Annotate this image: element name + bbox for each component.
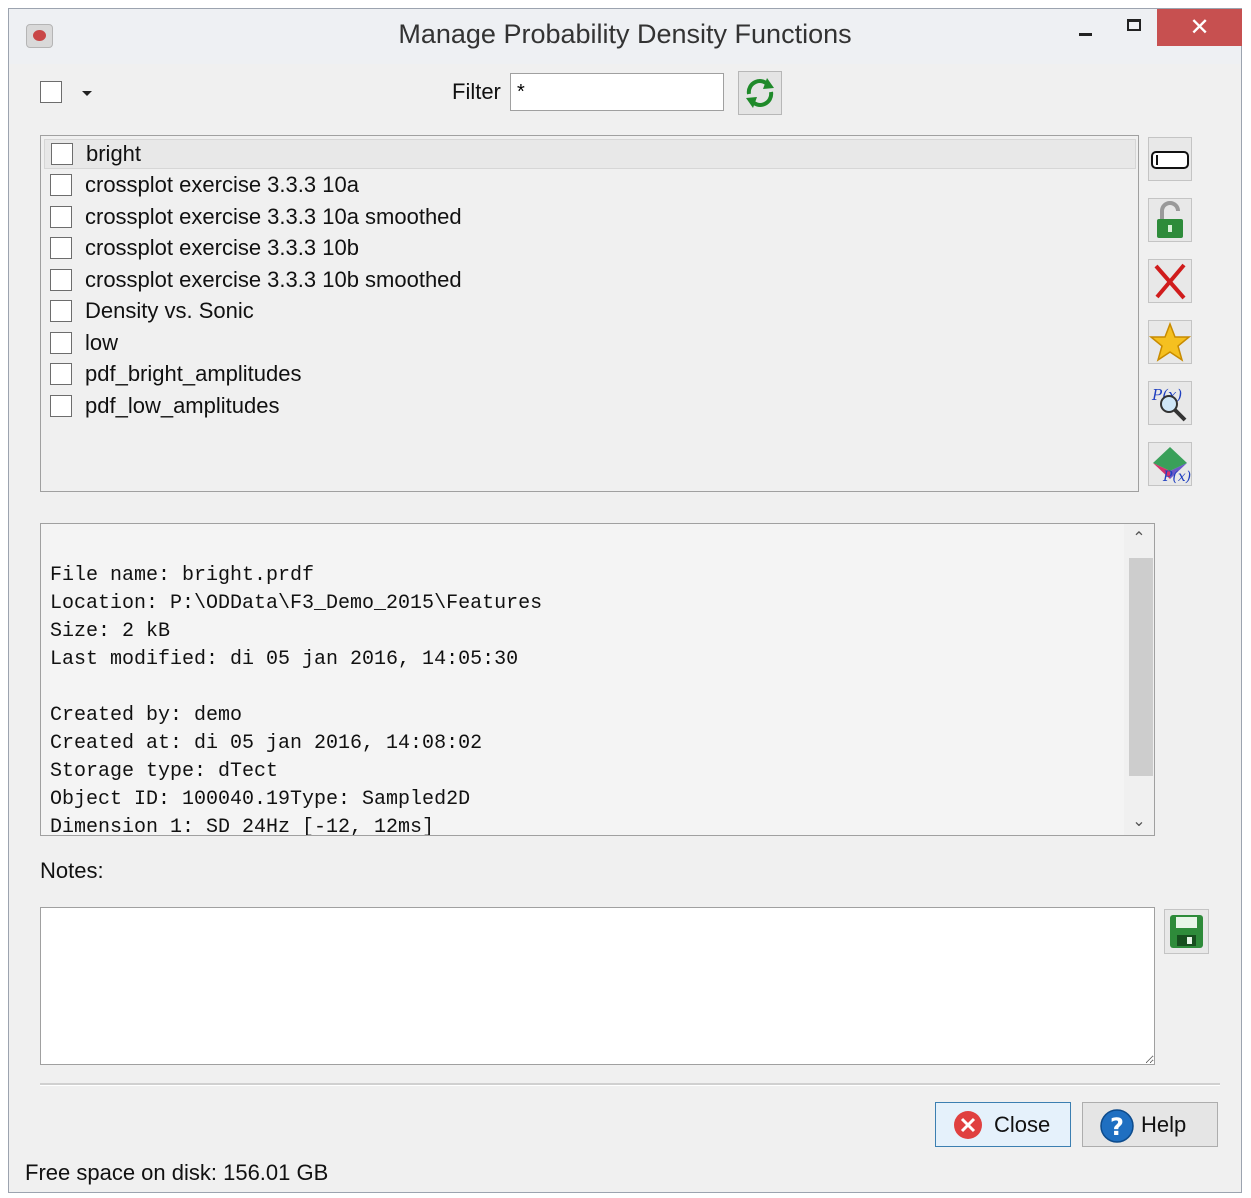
- item-checkbox[interactable]: [50, 300, 72, 322]
- selection-menu-arrow-icon[interactable]: [82, 91, 92, 96]
- file-info-text: File name: bright.prdf Location: P:\ODDa…: [50, 564, 543, 836]
- lock-button[interactable]: [1148, 198, 1192, 242]
- close-button[interactable]: Close: [935, 1102, 1071, 1147]
- lock-icon: [1157, 201, 1183, 238]
- delete-button[interactable]: [1148, 259, 1192, 303]
- file-info-panel[interactable]: File name: bright.prdf Location: P:\ODDa…: [40, 523, 1155, 836]
- item-label: pdf_bright_amplitudes: [85, 361, 302, 386]
- scroll-thumb[interactable]: [1129, 558, 1153, 776]
- minimize-button[interactable]: [1064, 9, 1104, 46]
- filter-input[interactable]: [510, 73, 724, 111]
- list-item[interactable]: bright: [44, 139, 1136, 169]
- notes-label: Notes:: [40, 858, 104, 883]
- item-label: Density vs. Sonic: [85, 298, 254, 323]
- close-button-label: Close: [994, 1112, 1051, 1137]
- item-checkbox[interactable]: [50, 269, 72, 291]
- star-icon: [1148, 321, 1192, 362]
- scroll-down-icon[interactable]: ⌄: [1132, 814, 1146, 830]
- refresh-icon: [746, 78, 774, 108]
- free-space-status: Free space on disk: 156.01 GB: [25, 1160, 329, 1185]
- list-item[interactable]: pdf_low_amplitudes: [41, 391, 1138, 421]
- notes-textarea[interactable]: [40, 907, 1155, 1065]
- info-scrollbar[interactable]: ⌃ ⌄: [1124, 524, 1154, 835]
- item-checkbox[interactable]: [50, 332, 72, 354]
- list-item[interactable]: low: [41, 328, 1138, 358]
- filter-label: Filter: [452, 79, 501, 104]
- svg-text:P(x): P(x): [1162, 469, 1191, 485]
- help-icon: ?: [1100, 1109, 1134, 1143]
- item-label: bright: [86, 141, 142, 166]
- help-button[interactable]: ? Help: [1082, 1102, 1218, 1147]
- pdf-browse-icon: P(x): [1151, 386, 1187, 422]
- list-item[interactable]: crossplot exercise 3.3.3 10b: [41, 233, 1138, 263]
- rename-button[interactable]: [1148, 137, 1192, 181]
- save-icon: [1170, 915, 1203, 948]
- delete-icon: [1154, 263, 1186, 300]
- refresh-button[interactable]: [738, 71, 782, 115]
- close-icon: [954, 1111, 982, 1139]
- item-label: crossplot exercise 3.3.3 10a smoothed: [85, 204, 462, 229]
- item-checkbox[interactable]: [50, 363, 72, 385]
- item-checkbox[interactable]: [50, 237, 72, 259]
- pdf-list[interactable]: bright crossplot exercise 3.3.3 10a cros…: [40, 135, 1139, 492]
- item-label: crossplot exercise 3.3.3 10a: [85, 172, 359, 197]
- title-bar[interactable]: Manage Probability Density Functions ✕: [9, 9, 1242, 64]
- item-checkbox[interactable]: [51, 143, 73, 165]
- pdf-create-icon: P(x): [1153, 447, 1191, 485]
- create-pdf-button[interactable]: P(x): [1148, 442, 1192, 486]
- list-item[interactable]: crossplot exercise 3.3.3 10a: [41, 170, 1138, 200]
- item-checkbox[interactable]: [50, 395, 72, 417]
- window-title: Manage Probability Density Functions: [398, 19, 852, 49]
- window-close-button[interactable]: ✕: [1157, 9, 1242, 46]
- svg-text:?: ?: [1110, 1113, 1124, 1141]
- item-label: crossplot exercise 3.3.3 10b smoothed: [85, 267, 462, 292]
- maximize-button[interactable]: [1114, 9, 1154, 46]
- rename-icon: [1151, 151, 1189, 169]
- separator: [40, 1083, 1220, 1086]
- item-label: crossplot exercise 3.3.3 10b: [85, 235, 359, 260]
- item-label: low: [85, 330, 119, 355]
- list-item[interactable]: pdf_bright_amplitudes: [41, 359, 1138, 389]
- list-item[interactable]: crossplot exercise 3.3.3 10a smoothed: [41, 202, 1138, 232]
- scroll-up-icon[interactable]: ⌃: [1132, 531, 1146, 547]
- item-label: pdf_low_amplitudes: [85, 393, 280, 418]
- dialog-window: Manage Probability Density Functions ✕ F…: [8, 8, 1242, 1193]
- select-all-checkbox[interactable]: [40, 81, 62, 103]
- item-checkbox[interactable]: [50, 174, 72, 196]
- list-item[interactable]: crossplot exercise 3.3.3 10b smoothed: [41, 265, 1138, 295]
- save-notes-button[interactable]: [1164, 909, 1209, 954]
- set-default-button[interactable]: [1148, 320, 1192, 364]
- browse-pdf-button[interactable]: P(x): [1148, 381, 1192, 425]
- help-button-label: Help: [1141, 1112, 1187, 1137]
- list-item[interactable]: Density vs. Sonic: [41, 296, 1138, 326]
- item-checkbox[interactable]: [50, 206, 72, 228]
